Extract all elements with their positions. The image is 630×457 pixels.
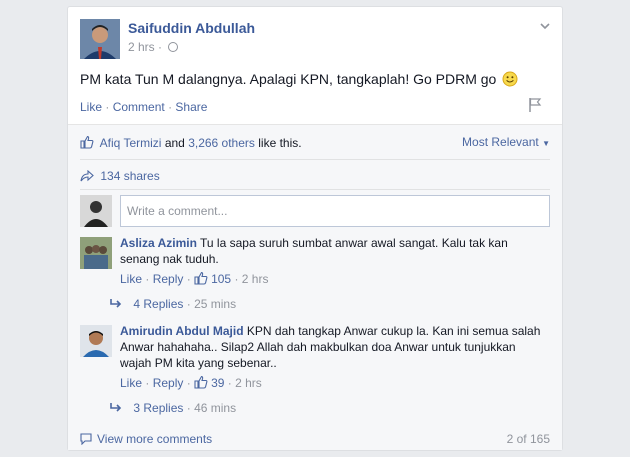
share-button[interactable]: Share bbox=[175, 100, 207, 114]
replies-link[interactable]: 4 Replies · 25 mins bbox=[110, 297, 236, 311]
shares-summary[interactable]: 134 shares bbox=[80, 169, 160, 183]
like-button[interactable]: Like bbox=[80, 100, 102, 114]
feedback-section: Afiq Termizi and 3,266 others like this.… bbox=[68, 124, 562, 450]
share-arrow-icon bbox=[80, 170, 94, 182]
comments-footer: View more comments 2 of 165 bbox=[80, 432, 550, 446]
liker-name[interactable]: Afiq Termizi bbox=[100, 136, 162, 150]
poster-name[interactable]: Saifuddin Abdullah bbox=[128, 20, 255, 36]
commenter-avatar[interactable] bbox=[80, 325, 112, 357]
separator: · bbox=[186, 401, 191, 415]
divider bbox=[80, 159, 550, 160]
thumbs-up-icon bbox=[194, 271, 208, 285]
likes-summary: Afiq Termizi and 3,266 others like this. bbox=[80, 135, 302, 150]
caret-down-icon: ▼ bbox=[542, 139, 550, 148]
likes-and-text: and bbox=[164, 136, 185, 150]
comment-like-button[interactable]: Like bbox=[120, 376, 142, 390]
chevron-down-icon[interactable] bbox=[540, 21, 550, 31]
comment-bubble-icon bbox=[80, 433, 92, 445]
reply-arrow-icon bbox=[110, 403, 122, 412]
comment-meta: Like · Reply · 39 · 2 hrs bbox=[120, 375, 550, 391]
separator: · bbox=[186, 272, 191, 286]
viewer-avatar[interactable] bbox=[80, 195, 112, 227]
divider bbox=[80, 189, 550, 190]
smiley-icon bbox=[502, 71, 518, 87]
likes-suffix-text: like this. bbox=[258, 136, 302, 150]
comment-body: Amirudin Abdul Majid KPN dah tangkap Anw… bbox=[120, 323, 550, 391]
shares-count[interactable]: 134 shares bbox=[100, 169, 159, 183]
separator: · bbox=[145, 376, 150, 390]
poster-avatar[interactable] bbox=[80, 19, 120, 59]
post-text: PM kata Tun M dalangnya. Apalagi KPN, ta… bbox=[80, 71, 518, 87]
comment-meta: Like · Reply · 105 · 2 hrs bbox=[120, 271, 550, 287]
view-more-label[interactable]: View more comments bbox=[97, 432, 212, 446]
separator: · bbox=[105, 100, 110, 114]
view-more-comments-link[interactable]: View more comments bbox=[80, 432, 212, 446]
sort-dropdown[interactable]: Most Relevant ▼ bbox=[462, 135, 550, 149]
separator: · bbox=[227, 376, 232, 390]
post-text-content: PM kata Tun M dalangnya. Apalagi KPN, ta… bbox=[80, 71, 497, 87]
comment-body: Asliza Azimin Tu la sapa suruh sumbat an… bbox=[120, 235, 550, 287]
comment-like-button[interactable]: Like bbox=[120, 272, 142, 286]
thumbs-up-icon bbox=[80, 135, 94, 149]
commenter-avatar[interactable] bbox=[80, 237, 112, 269]
replies-count[interactable]: 4 Replies bbox=[133, 297, 183, 311]
comment-like-count[interactable]: 39 bbox=[211, 376, 224, 390]
post-time-text[interactable]: 2 hrs bbox=[128, 40, 155, 54]
separator: · bbox=[234, 272, 239, 286]
likes-others-link[interactable]: 3,266 others bbox=[188, 136, 255, 150]
comment-input[interactable]: Write a comment... bbox=[120, 195, 550, 227]
thumbs-up-icon bbox=[194, 375, 208, 389]
comment-like-count[interactable]: 105 bbox=[211, 272, 231, 286]
sort-label[interactable]: Most Relevant bbox=[462, 135, 539, 149]
replies-link[interactable]: 3 Replies · 46 mins bbox=[110, 401, 236, 415]
post-timestamp[interactable]: 2 hrs · bbox=[128, 40, 179, 54]
separator: · bbox=[168, 100, 173, 114]
replies-time: 46 mins bbox=[194, 401, 237, 415]
replies-count[interactable]: 3 Replies bbox=[133, 401, 183, 415]
replies-time: 25 mins bbox=[194, 297, 237, 311]
separator: · bbox=[186, 376, 191, 390]
comment-time[interactable]: 2 hrs bbox=[235, 376, 262, 390]
comment-time[interactable]: 2 hrs bbox=[242, 272, 269, 286]
comment-count: 2 of 165 bbox=[506, 432, 550, 446]
post-actions: Like · Comment · Share bbox=[80, 100, 207, 114]
separator: · bbox=[186, 297, 191, 311]
comment-reply-button[interactable]: Reply bbox=[153, 272, 184, 286]
commenter-name[interactable]: Asliza Azimin bbox=[120, 236, 197, 250]
reply-arrow-icon bbox=[110, 299, 122, 308]
comment-button[interactable]: Comment bbox=[113, 100, 165, 114]
comment-input-placeholder: Write a comment... bbox=[127, 204, 228, 218]
comment-reply-button[interactable]: Reply bbox=[153, 376, 184, 390]
separator: · bbox=[145, 272, 150, 286]
post-card: Saifuddin Abdullah 2 hrs · PM kata Tun M… bbox=[67, 6, 563, 451]
commenter-name[interactable]: Amirudin Abdul Majid bbox=[120, 324, 244, 338]
flag-icon[interactable] bbox=[528, 97, 542, 113]
globe-icon bbox=[168, 42, 179, 52]
